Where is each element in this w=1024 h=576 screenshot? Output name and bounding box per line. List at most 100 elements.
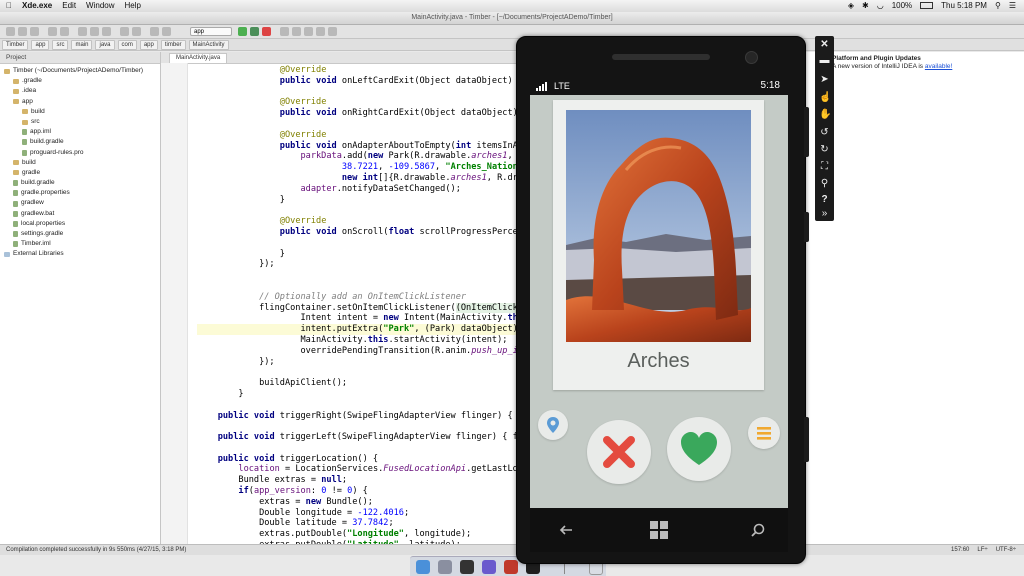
run-config-select[interactable]: app <box>190 27 232 36</box>
avd-manager-icon[interactable] <box>292 27 301 36</box>
menubar-clock[interactable]: Thu 5:18 PM <box>941 1 987 10</box>
project-tree-item[interactable]: build <box>0 107 160 117</box>
project-tree-item[interactable]: gradle.properties <box>0 188 160 198</box>
paste-icon[interactable] <box>102 27 111 36</box>
windows-start-icon[interactable] <box>650 521 668 539</box>
zoom-icon[interactable]: ⚲ <box>819 178 830 189</box>
breadcrumb-item[interactable]: main <box>71 39 93 50</box>
android-studio-icon[interactable] <box>482 559 496 574</box>
breadcrumb-item[interactable]: com <box>117 39 137 50</box>
help-icon[interactable]: ? <box>819 194 830 205</box>
breadcrumb-item[interactable]: src <box>52 39 69 50</box>
close-icon[interactable]: ✕ <box>819 39 830 50</box>
cut-icon[interactable] <box>78 27 87 36</box>
status-message: Compilation completed successfully in 9s… <box>6 547 187 553</box>
apple-icon[interactable]:  <box>6 1 12 10</box>
project-tree-item[interactable]: Timber.iml <box>0 239 160 249</box>
breadcrumb-item[interactable]: Timber <box>2 39 29 50</box>
open-folder-icon[interactable] <box>6 27 15 36</box>
parallels-icon[interactable] <box>504 559 518 574</box>
sdk-manager-icon[interactable] <box>280 27 289 36</box>
project-panel-header[interactable]: Project <box>0 52 160 64</box>
forward-icon[interactable] <box>162 27 171 36</box>
menu-window[interactable]: Window <box>86 1 114 10</box>
project-tree-item[interactable]: local.properties <box>0 219 160 229</box>
network-type: LTE <box>554 81 570 91</box>
single-touch-icon[interactable]: ☝ <box>819 92 831 103</box>
breadcrumb-item[interactable]: java <box>95 39 115 50</box>
terminal-icon[interactable] <box>460 559 474 574</box>
rotate-right-icon[interactable]: ↻ <box>819 144 830 155</box>
phone-screen[interactable]: LTE 5:18 Arches <box>530 77 788 508</box>
project-tree-item[interactable]: build <box>0 158 160 168</box>
pointer-icon[interactable]: ➤ <box>819 74 830 85</box>
back-arrow-icon[interactable] <box>558 523 574 537</box>
bluetooth-icon[interactable]: ✱ <box>862 1 869 10</box>
project-tree-item[interactable]: proguard-rules.pro <box>0 148 160 158</box>
project-tree-item[interactable]: .gradle <box>0 76 160 86</box>
camera-button[interactable] <box>804 417 809 462</box>
find-icon[interactable] <box>120 27 129 36</box>
breadcrumb-item[interactable]: MainActivity <box>188 39 229 50</box>
project-tree-item[interactable]: External Libraries <box>0 249 160 259</box>
power-button[interactable] <box>804 212 809 242</box>
project-tree-item[interactable]: .idea <box>0 86 160 96</box>
monitor-icon[interactable] <box>316 27 325 36</box>
line-separator[interactable]: LF÷ <box>977 545 987 555</box>
fit-screen-icon[interactable]: ⛶ <box>819 161 830 172</box>
wifi-icon[interactable]: ◡ <box>877 1 884 10</box>
file-encoding[interactable]: UTF-8÷ <box>996 545 1016 555</box>
save-icon[interactable] <box>18 27 27 36</box>
help-icon[interactable] <box>328 27 337 36</box>
more-tools-icon[interactable]: » <box>819 208 830 219</box>
dropbox-icon[interactable]: ◈ <box>848 1 854 10</box>
sync-icon[interactable] <box>30 27 39 36</box>
project-tree-item[interactable]: app.iml <box>0 127 160 137</box>
project-tree-item[interactable]: settings.gradle <box>0 229 160 239</box>
menu-button[interactable] <box>748 417 780 449</box>
copy-icon[interactable] <box>90 27 99 36</box>
menubar-app-name[interactable]: Xde.exe <box>22 1 52 10</box>
code-editor[interactable]: MainActivity.java @Override public void … <box>161 52 516 544</box>
launchpad-icon[interactable] <box>438 559 452 574</box>
project-tree-item[interactable]: gradlew.bat <box>0 209 160 219</box>
volume-button[interactable] <box>804 107 809 157</box>
breadcrumb-item[interactable]: app <box>31 39 50 50</box>
reject-button[interactable] <box>587 420 651 484</box>
menu-help[interactable]: Help <box>125 1 141 10</box>
run-icon[interactable] <box>238 27 247 36</box>
project-tree-item[interactable]: app <box>0 97 160 107</box>
undo-icon[interactable] <box>48 27 57 36</box>
swipe-card[interactable]: Arches <box>553 100 764 390</box>
multi-touch-icon[interactable]: ✋ <box>819 109 831 120</box>
search-icon[interactable] <box>750 522 766 538</box>
replace-icon[interactable] <box>132 27 141 36</box>
like-button[interactable] <box>667 417 731 481</box>
gradle-sync-icon[interactable] <box>304 27 313 36</box>
tab-mainactivity[interactable]: MainActivity.java <box>169 53 228 63</box>
caret-position[interactable]: 157:60 <box>951 545 969 555</box>
battery-level[interactable]: 100% <box>892 1 912 10</box>
project-tree-item[interactable]: build.gradle <box>0 137 160 147</box>
notification-center-icon[interactable]: ☰ <box>1009 1 1016 10</box>
minimize-icon[interactable]: ▬ <box>819 55 830 66</box>
back-icon[interactable] <box>150 27 159 36</box>
finder-icon[interactable] <box>416 559 430 574</box>
stop-icon[interactable] <box>262 27 271 36</box>
menu-edit[interactable]: Edit <box>62 1 76 10</box>
project-tree-item[interactable]: Timber (~/Documents/ProjectADemo/Timber) <box>0 66 160 76</box>
notification-link[interactable]: available! <box>925 63 952 70</box>
search-icon[interactable]: ⚲ <box>995 1 1001 10</box>
project-tree-item[interactable]: gradlew <box>0 198 160 208</box>
breadcrumb-item[interactable]: app <box>139 39 158 50</box>
redo-icon[interactable] <box>60 27 69 36</box>
project-tree-item[interactable]: src <box>0 117 160 127</box>
breadcrumb-item[interactable]: timber <box>160 39 186 50</box>
project-tree-item[interactable]: build.gradle <box>0 178 160 188</box>
rotate-left-icon[interactable]: ↺ <box>819 127 830 138</box>
update-notification[interactable]: Platform and Plugin Updates A new versio… <box>832 55 952 71</box>
debug-icon[interactable] <box>250 27 259 36</box>
project-tree-item[interactable]: gradle <box>0 168 160 178</box>
code-text[interactable]: @Override public void onLeftCardExit(Obj… <box>197 65 516 544</box>
location-button[interactable] <box>538 410 568 440</box>
